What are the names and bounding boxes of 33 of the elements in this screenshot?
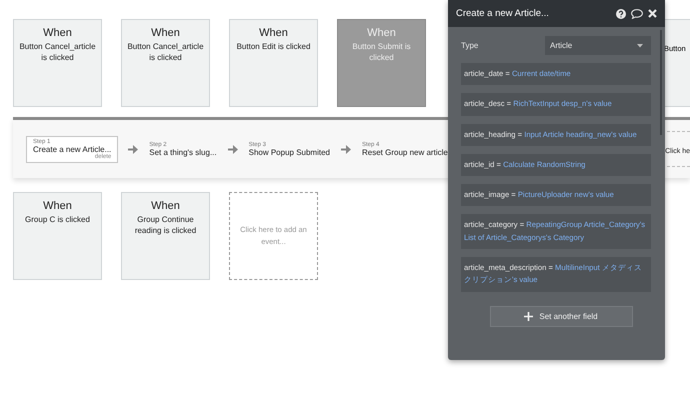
panel-title: Create a new Article... (456, 8, 550, 19)
event-heading: When (151, 27, 180, 39)
event-heading: When (259, 27, 288, 39)
close-icon[interactable] (648, 9, 657, 18)
event-trigger: Group Continue reading is clicked (134, 215, 198, 237)
step-action: Create a new Article... (33, 144, 112, 154)
set-another-field-button[interactable]: Set another field (490, 306, 632, 327)
event-trigger: Button Cancel_article is clicked (126, 42, 205, 64)
event-heading: When (43, 27, 72, 39)
event-card[interactable]: When Button Cancel_article is clicked (13, 19, 102, 107)
arrow-icon (341, 144, 351, 154)
event-card[interactable]: When Group Continue reading is clicked (121, 192, 210, 280)
step-action: Set a thing's slug... (149, 148, 217, 156)
step-action: Reset Group new article (362, 148, 448, 156)
arrow-icon (128, 144, 138, 154)
event-trigger: Group C is clicked (25, 215, 90, 226)
event-heading: When (367, 27, 396, 39)
event-heading: When (151, 200, 180, 212)
event-heading: When (43, 200, 72, 212)
event-card[interactable]: When Button Cancel_article is clicked (121, 19, 210, 107)
step-action: Show Popup Submited (248, 148, 330, 156)
arrow-icon (228, 144, 238, 154)
comment-icon[interactable] (631, 8, 643, 18)
event-card[interactable]: When Group C is clicked (13, 192, 102, 280)
caret-icon (637, 44, 643, 48)
event-trigger: Button Cancel_article is clicked (18, 42, 97, 64)
type-label: Type (461, 41, 478, 50)
event-trigger: Button Submit is clicked (351, 42, 412, 64)
type-dropdown[interactable]: Article (545, 36, 651, 55)
help-icon[interactable] (616, 8, 626, 18)
event-card[interactable]: When Button Edit is clicked (229, 19, 318, 107)
plus-icon (524, 312, 534, 321)
event-trigger: Button Edit is clicked (236, 42, 310, 53)
